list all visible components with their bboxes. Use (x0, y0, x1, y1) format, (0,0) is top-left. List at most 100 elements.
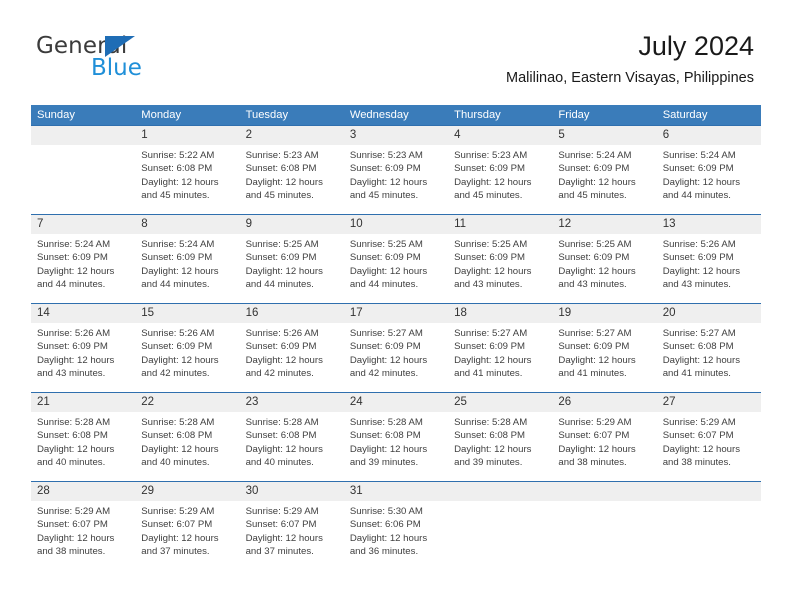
daylight-text-line2: and 37 minutes. (141, 546, 210, 558)
day-details: Sunrise: 5:25 AM Sunset: 6:09 PM Dayligh… (448, 234, 552, 292)
sunrise-text: Sunrise: 5:27 AM (349, 328, 423, 339)
day-details: Sunrise: 5:29 AM Sunset: 6:07 PM Dayligh… (31, 501, 135, 559)
day-number-band: 22 (135, 393, 240, 412)
day-cell[interactable]: 2 Sunrise: 5:23 AM Sunset: 6:08 PM Dayli… (239, 126, 344, 214)
day-number: 13 (662, 218, 676, 230)
day-cell[interactable]: 10 Sunrise: 5:25 AM Sunset: 6:09 PM Dayl… (343, 215, 449, 303)
day-cell[interactable]: 12 Sunrise: 5:25 AM Sunset: 6:09 PM Dayl… (552, 215, 657, 303)
day-cell[interactable]: 18 Sunrise: 5:27 AM Sunset: 6:09 PM Dayl… (448, 304, 553, 392)
day-cell[interactable]: 20 Sunrise: 5:27 AM Sunset: 6:08 PM Dayl… (656, 304, 761, 392)
day-number-band: 28 (31, 482, 136, 501)
day-number-band (31, 126, 136, 145)
logo-triangle-icon (105, 36, 135, 57)
daylight-text-line2: and 45 minutes. (558, 190, 627, 202)
sunset-text: Sunset: 6:07 PM (141, 519, 213, 531)
day-cell[interactable]: 9 Sunrise: 5:25 AM Sunset: 6:09 PM Dayli… (239, 215, 344, 303)
day-cell[interactable]: 14 Sunrise: 5:26 AM Sunset: 6:09 PM Dayl… (31, 304, 136, 392)
day-cell[interactable]: 26 Sunrise: 5:29 AM Sunset: 6:07 PM Dayl… (552, 393, 657, 481)
day-cell[interactable]: 28 Sunrise: 5:29 AM Sunset: 6:07 PM Dayl… (31, 482, 136, 570)
sunrise-text: Sunrise: 5:26 AM (245, 328, 319, 339)
day-cell[interactable]: 4 Sunrise: 5:23 AM Sunset: 6:09 PM Dayli… (448, 126, 553, 214)
day-cell[interactable]: 5 Sunrise: 5:24 AM Sunset: 6:09 PM Dayli… (552, 126, 657, 214)
daylight-text-line2: and 41 minutes. (662, 368, 731, 380)
daylight-text-line2: and 36 minutes. (349, 546, 419, 558)
day-cell[interactable] (552, 482, 657, 570)
daylight-text-line2: and 40 minutes. (245, 457, 314, 469)
sunrise-text: Sunrise: 5:24 AM (662, 150, 736, 161)
day-cell[interactable]: 6 Sunrise: 5:24 AM Sunset: 6:09 PM Dayli… (656, 126, 761, 214)
day-cell[interactable] (448, 482, 553, 570)
daylight-text-line2: and 41 minutes. (454, 368, 523, 380)
day-number-band: 25 (448, 393, 553, 412)
sunrise-text: Sunrise: 5:24 AM (558, 150, 632, 161)
day-details: Sunrise: 5:23 AM Sunset: 6:08 PM Dayligh… (240, 145, 344, 203)
day-number-band: 20 (656, 304, 761, 323)
day-cell[interactable]: 17 Sunrise: 5:27 AM Sunset: 6:09 PM Dayl… (343, 304, 449, 392)
day-cell[interactable]: 7 Sunrise: 5:24 AM Sunset: 6:09 PM Dayli… (31, 215, 136, 303)
day-cell[interactable]: 19 Sunrise: 5:27 AM Sunset: 6:09 PM Dayl… (552, 304, 657, 392)
day-cell[interactable]: 22 Sunrise: 5:28 AM Sunset: 6:08 PM Dayl… (135, 393, 240, 481)
sunrise-text: Sunrise: 5:23 AM (245, 150, 319, 161)
daylight-text-line1: Daylight: 12 hours (662, 265, 741, 277)
calendar-page: General Blue July 2024 Malilinao, Easter… (0, 0, 792, 612)
sunrise-text: Sunrise: 5:25 AM (454, 239, 528, 250)
day-number-band: 17 (343, 304, 449, 323)
day-details: Sunrise: 5:25 AM Sunset: 6:09 PM Dayligh… (552, 234, 656, 292)
day-cell[interactable]: 11 Sunrise: 5:25 AM Sunset: 6:09 PM Dayl… (448, 215, 553, 303)
daylight-text-line1: Daylight: 12 hours (662, 176, 741, 188)
day-cell[interactable]: 3 Sunrise: 5:23 AM Sunset: 6:09 PM Dayli… (343, 126, 449, 214)
day-cell[interactable]: 13 Sunrise: 5:26 AM Sunset: 6:09 PM Dayl… (656, 215, 761, 303)
day-number-band: 6 (656, 126, 761, 145)
sunrise-text: Sunrise: 5:27 AM (662, 328, 736, 339)
day-cell[interactable]: 8 Sunrise: 5:24 AM Sunset: 6:09 PM Dayli… (135, 215, 240, 303)
day-cell[interactable]: 30 Sunrise: 5:29 AM Sunset: 6:07 PM Dayl… (239, 482, 344, 570)
day-cell[interactable]: 25 Sunrise: 5:28 AM Sunset: 6:08 PM Dayl… (448, 393, 553, 481)
day-details: Sunrise: 5:24 AM Sunset: 6:09 PM Dayligh… (552, 145, 656, 203)
daylight-text-line2: and 38 minutes. (558, 457, 627, 469)
daylight-text-line1: Daylight: 12 hours (349, 265, 428, 277)
sunset-text: Sunset: 6:06 PM (349, 519, 421, 531)
daylight-text-line2: and 42 minutes. (245, 368, 314, 380)
sunrise-text: Sunrise: 5:28 AM (245, 417, 319, 428)
day-details: Sunrise: 5:25 AM Sunset: 6:09 PM Dayligh… (240, 234, 344, 292)
sunrise-text: Sunrise: 5:30 AM (349, 506, 423, 517)
sunset-text: Sunset: 6:09 PM (245, 252, 317, 264)
day-number-band: 13 (656, 215, 761, 234)
general-blue-logo[interactable]: General Blue (36, 33, 236, 89)
day-cell[interactable] (31, 126, 136, 214)
day-details: Sunrise: 5:27 AM Sunset: 6:09 PM Dayligh… (448, 323, 552, 381)
day-cell[interactable]: 1 Sunrise: 5:22 AM Sunset: 6:08 PM Dayli… (135, 126, 240, 214)
daylight-text-line1: Daylight: 12 hours (454, 176, 532, 188)
day-cell[interactable] (656, 482, 761, 570)
sunset-text: Sunset: 6:08 PM (245, 163, 317, 175)
day-cell[interactable]: 24 Sunrise: 5:28 AM Sunset: 6:08 PM Dayl… (343, 393, 449, 481)
day-cell[interactable]: 21 Sunrise: 5:28 AM Sunset: 6:08 PM Dayl… (31, 393, 136, 481)
day-number-band: 14 (31, 304, 136, 323)
day-number: 31 (349, 485, 363, 497)
day-cell[interactable]: 16 Sunrise: 5:26 AM Sunset: 6:09 PM Dayl… (239, 304, 344, 392)
sunset-text: Sunset: 6:09 PM (558, 341, 630, 353)
day-number: 18 (454, 307, 467, 319)
day-cell[interactable]: 15 Sunrise: 5:26 AM Sunset: 6:09 PM Dayl… (135, 304, 240, 392)
day-number-band: 3 (343, 126, 449, 145)
day-number: 29 (141, 485, 155, 497)
day-details: Sunrise: 5:29 AM Sunset: 6:07 PM Dayligh… (552, 412, 656, 470)
sunset-text: Sunset: 6:07 PM (558, 430, 630, 442)
daylight-text-line1: Daylight: 12 hours (558, 176, 636, 188)
day-cell[interactable]: 23 Sunrise: 5:28 AM Sunset: 6:08 PM Dayl… (239, 393, 344, 481)
day-number: 22 (141, 396, 155, 408)
daylight-text-line1: Daylight: 12 hours (558, 265, 636, 277)
day-cell[interactable]: 27 Sunrise: 5:29 AM Sunset: 6:07 PM Dayl… (656, 393, 761, 481)
day-cell[interactable]: 31 Sunrise: 5:30 AM Sunset: 6:06 PM Dayl… (343, 482, 449, 570)
daylight-text-line1: Daylight: 12 hours (245, 176, 323, 188)
day-details: Sunrise: 5:22 AM Sunset: 6:08 PM Dayligh… (135, 145, 239, 203)
day-number: 16 (245, 307, 259, 319)
day-number: 19 (558, 307, 572, 319)
sunset-text: Sunset: 6:07 PM (37, 519, 108, 531)
daylight-text-line1: Daylight: 12 hours (245, 443, 323, 455)
day-cell[interactable]: 29 Sunrise: 5:29 AM Sunset: 6:07 PM Dayl… (135, 482, 240, 570)
daylight-text-line2: and 40 minutes. (37, 457, 106, 469)
day-details: Sunrise: 5:25 AM Sunset: 6:09 PM Dayligh… (344, 234, 448, 292)
sunrise-text: Sunrise: 5:29 AM (245, 506, 319, 517)
day-number-band: 4 (448, 126, 553, 145)
